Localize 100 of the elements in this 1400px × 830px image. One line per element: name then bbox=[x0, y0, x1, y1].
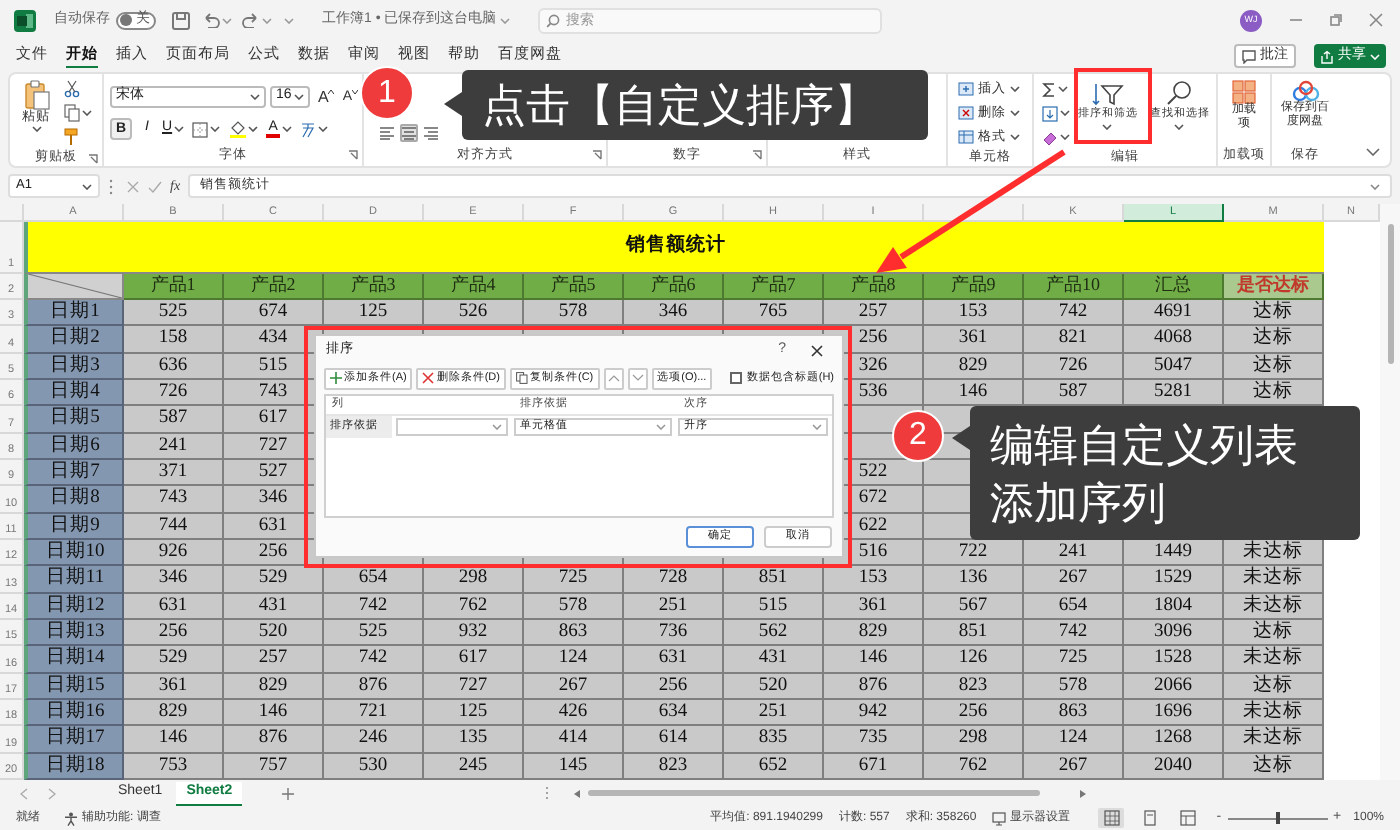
table-cell: 2066 bbox=[1124, 673, 1224, 700]
table-cell: 823 bbox=[624, 753, 724, 780]
column-title-cell: 是否达标 bbox=[1224, 274, 1324, 300]
table-cell: 735 bbox=[824, 726, 924, 754]
table-cell: 158 bbox=[124, 326, 224, 354]
add-sheet-icon[interactable] bbox=[282, 787, 295, 799]
table-cell: 727 bbox=[424, 673, 524, 700]
table-cell: 876 bbox=[824, 673, 924, 700]
comment-icon bbox=[1242, 49, 1256, 63]
fill-button[interactable] bbox=[1040, 102, 1072, 124]
row-title-cell: 日期7 bbox=[24, 459, 124, 487]
table-cell: 124 bbox=[1024, 726, 1124, 754]
increase-font-button[interactable]: A bbox=[318, 88, 335, 106]
table-cell: 823 bbox=[924, 673, 1024, 700]
copy-icon bbox=[64, 104, 80, 122]
table-cell: 426 bbox=[524, 699, 624, 727]
table-cell: 652 bbox=[724, 753, 824, 780]
caret-icon bbox=[174, 126, 185, 132]
fill-color-button[interactable] bbox=[228, 118, 261, 140]
magnifier-icon bbox=[1166, 80, 1193, 106]
dialog-launcher-icon bbox=[348, 150, 358, 160]
row-title-cell: 日期13 bbox=[24, 619, 124, 647]
caret-icon bbox=[1010, 134, 1020, 140]
table-cell: 257 bbox=[224, 646, 324, 674]
table-cell: 743 bbox=[124, 486, 224, 514]
normal-view-button[interactable] bbox=[1098, 808, 1125, 828]
caret-icon bbox=[328, 90, 335, 94]
align-center-button[interactable] bbox=[400, 124, 418, 142]
table-cell: 1528 bbox=[1124, 646, 1224, 674]
table-cell: 863 bbox=[524, 619, 624, 647]
caret-icon bbox=[250, 94, 260, 100]
share-icon bbox=[1320, 49, 1334, 63]
dialog-launcher-icon bbox=[592, 150, 602, 160]
table-cell: 726 bbox=[124, 379, 224, 407]
table-cell: 5281 bbox=[1124, 379, 1224, 407]
table-cell: 未达标 bbox=[1224, 566, 1324, 594]
table-cell: 3096 bbox=[1124, 619, 1224, 647]
page-break-view-button[interactable] bbox=[1174, 808, 1201, 828]
table-cell: 361 bbox=[124, 673, 224, 700]
table-cell: 636 bbox=[124, 353, 224, 380]
align-left-button[interactable] bbox=[378, 124, 396, 142]
table-cell: 654 bbox=[1024, 593, 1124, 620]
align-right-button[interactable] bbox=[422, 124, 440, 142]
table-cell: 256 bbox=[924, 699, 1024, 727]
phonetic-guide-button[interactable] bbox=[298, 118, 331, 140]
table-cell: 829 bbox=[824, 619, 924, 647]
table-cell: 932 bbox=[424, 619, 524, 647]
caret-icon bbox=[1370, 53, 1380, 59]
save-icon[interactable] bbox=[172, 11, 190, 29]
table-cell: 达标 bbox=[1224, 673, 1324, 700]
table-cell: 145 bbox=[524, 753, 624, 780]
table-cell: 267 bbox=[1024, 753, 1124, 780]
table-cell: 926 bbox=[124, 539, 224, 567]
table-cell: 851 bbox=[924, 619, 1024, 647]
next-sheet-icon[interactable] bbox=[48, 787, 56, 799]
restore-icon[interactable] bbox=[1328, 12, 1344, 28]
column-title-cell: 产品5 bbox=[524, 274, 624, 300]
table-cell: 562 bbox=[724, 619, 824, 647]
close-icon[interactable] bbox=[810, 343, 824, 357]
caret-icon bbox=[318, 126, 329, 132]
table-cell: 631 bbox=[624, 646, 724, 674]
checkbox[interactable] bbox=[730, 372, 743, 384]
table-cell: 578 bbox=[1024, 673, 1124, 700]
check-icon[interactable] bbox=[148, 179, 162, 193]
callout-text: 添加序列 bbox=[990, 475, 1168, 531]
borders-icon bbox=[192, 121, 209, 137]
table-cell: 765 bbox=[724, 300, 824, 327]
collapse-ribbon-icon[interactable] bbox=[1366, 148, 1380, 156]
table-cell: 674 bbox=[224, 300, 324, 327]
callout-text: 点击【自定义排序】 bbox=[482, 78, 880, 134]
move-up-button[interactable] bbox=[603, 367, 624, 389]
scroll-right-icon[interactable] bbox=[1080, 789, 1087, 797]
scroll-left-icon[interactable] bbox=[574, 789, 581, 797]
vertical-scrollbar[interactable] bbox=[1380, 204, 1400, 780]
caret-icon bbox=[1174, 124, 1185, 130]
autosum-button[interactable] bbox=[1040, 78, 1072, 100]
chevron-down-icon bbox=[631, 374, 644, 382]
copy-button[interactable] bbox=[62, 102, 94, 124]
table-cell: 4691 bbox=[1124, 300, 1224, 327]
row-title-cell: 日期6 bbox=[24, 433, 124, 460]
table-cell: 530 bbox=[324, 753, 424, 780]
table-cell: 125 bbox=[424, 699, 524, 727]
cancel-icon[interactable] bbox=[126, 179, 140, 193]
table-cell: 未达标 bbox=[1224, 593, 1324, 620]
table-cell: 2040 bbox=[1124, 753, 1224, 780]
zoom-slider[interactable] bbox=[1227, 812, 1328, 824]
column-title-cell: 产品8 bbox=[824, 274, 924, 300]
previous-sheet-icon[interactable] bbox=[20, 787, 28, 799]
table-cell: 942 bbox=[824, 699, 924, 727]
table-cell: 876 bbox=[324, 673, 424, 700]
undo-icon[interactable] bbox=[202, 12, 220, 28]
delete-cells-icon bbox=[958, 106, 974, 120]
redo-icon[interactable] bbox=[242, 12, 260, 28]
table-cell: 257 bbox=[824, 300, 924, 327]
table-cell: 246 bbox=[324, 726, 424, 754]
move-down-button[interactable] bbox=[627, 367, 648, 389]
column-title-cell: 汇总 bbox=[1124, 274, 1224, 300]
table-cell: 829 bbox=[224, 673, 324, 700]
table-cell: 267 bbox=[1024, 566, 1124, 594]
table-cell: 达标 bbox=[1224, 326, 1324, 354]
